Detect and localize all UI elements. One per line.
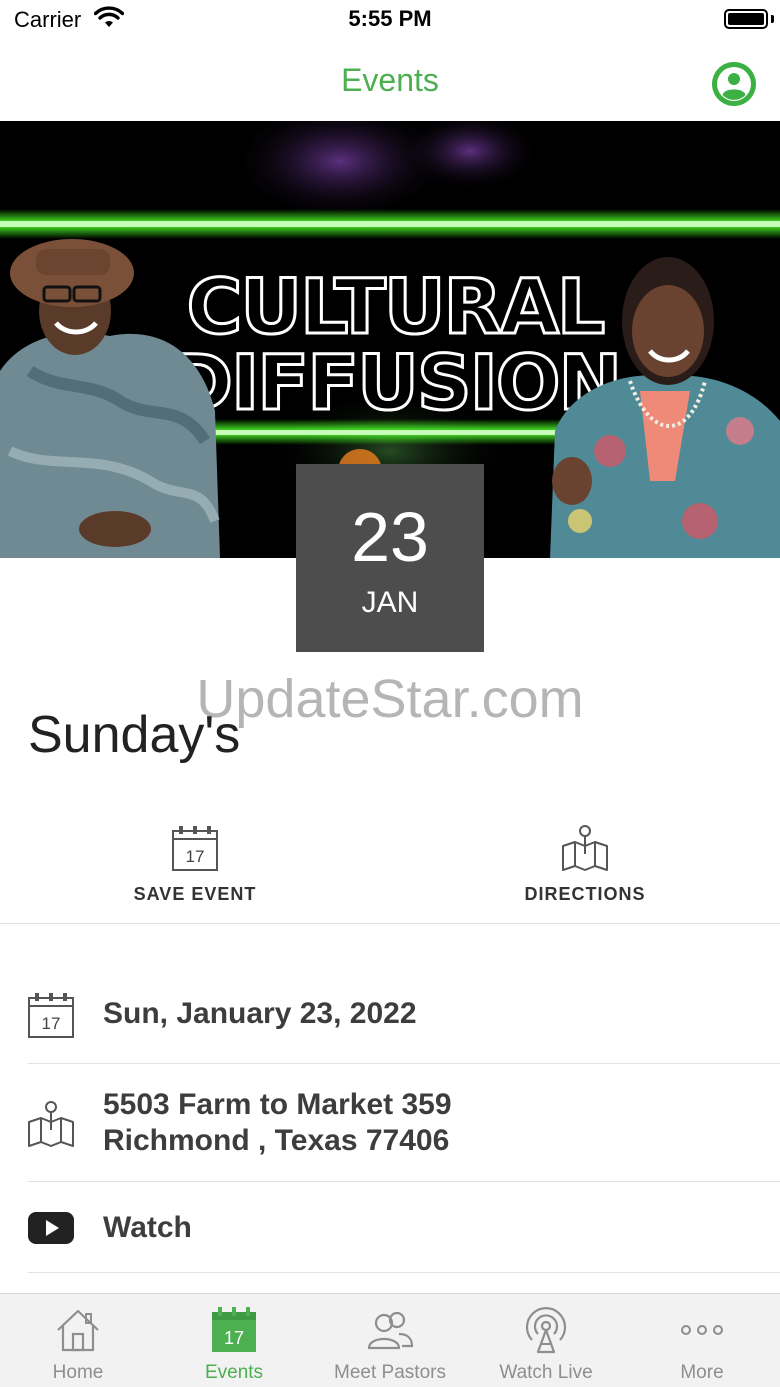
- tab-events-label: Events: [204, 1362, 264, 1383]
- directions-button[interactable]: DIRECTIONS: [390, 820, 780, 924]
- address-line2: Richmond , Texas 77406: [103, 1124, 450, 1157]
- address-line1: 5503 Farm to Market 359: [103, 1088, 452, 1121]
- banner-title-line2: DIFFUSION: [170, 338, 620, 427]
- tab-more-label: More: [680, 1362, 724, 1383]
- profile-button[interactable]: [712, 62, 756, 106]
- tab-meet-pastors[interactable]: Meet Pastors: [312, 1294, 468, 1387]
- user-circle-icon: [712, 62, 756, 106]
- youtube-icon: [28, 1212, 74, 1244]
- date-badge: 23 JAN: [296, 464, 484, 652]
- status-time: 5:55 PM: [348, 6, 432, 31]
- nav-bar: Events: [0, 40, 780, 121]
- status-bar: Carrier 5:55 PM: [0, 0, 780, 40]
- tab-events-icon-day: 17: [224, 1328, 244, 1348]
- tab-events[interactable]: 17 Events: [156, 1294, 312, 1387]
- page-title: Events: [341, 62, 439, 98]
- tab-watch-live[interactable]: Watch Live: [468, 1294, 624, 1387]
- event-address-row[interactable]: 5503 Farm to Market 359 Richmond , Texas…: [28, 1064, 780, 1182]
- tab-watch-live-label: Watch Live: [499, 1362, 593, 1383]
- map-pin-icon: [562, 825, 608, 871]
- people-icon: [367, 1311, 414, 1350]
- more-dots-icon: [681, 1325, 723, 1335]
- date-badge-month: JAN: [361, 586, 419, 619]
- event-date: Sun, January 23, 2022: [103, 997, 417, 1030]
- map-pin-icon: [28, 1101, 74, 1147]
- calendar-icon: 17: [212, 1307, 256, 1352]
- calendar-icon: 17: [28, 993, 74, 1038]
- watch-row[interactable]: Watch: [28, 1182, 780, 1273]
- watch-label: Watch: [103, 1211, 192, 1244]
- date-row-icon-day: 17: [42, 1014, 61, 1033]
- date-badge-day: 23: [351, 498, 429, 576]
- tab-more[interactable]: More: [624, 1294, 780, 1387]
- broadcast-icon: [525, 1307, 567, 1354]
- tab-bar: Home 17 Events Meet Pastors Watch Live M…: [0, 1293, 780, 1387]
- save-event-button[interactable]: 17 SAVE EVENT: [0, 820, 390, 924]
- tab-home-label: Home: [52, 1362, 104, 1383]
- tab-meet-pastors-label: Meet Pastors: [334, 1362, 446, 1383]
- event-date-row: 17 Sun, January 23, 2022: [28, 966, 780, 1064]
- event-actions: 17 SAVE EVENT DIRECTIONS: [0, 820, 780, 924]
- calendar-icon-day: 17: [186, 847, 205, 866]
- battery-icon: [724, 9, 768, 29]
- tab-home[interactable]: Home: [0, 1294, 156, 1387]
- directions-label: DIRECTIONS: [524, 884, 646, 904]
- calendar-icon: 17: [172, 826, 218, 871]
- save-event-label: SAVE EVENT: [133, 884, 257, 904]
- battery-nub: [771, 15, 774, 23]
- home-icon: [57, 1309, 99, 1352]
- event-address: 5503 Farm to Market 359 Richmond , Texas…: [103, 1087, 452, 1159]
- event-title: Sunday's: [28, 706, 241, 764]
